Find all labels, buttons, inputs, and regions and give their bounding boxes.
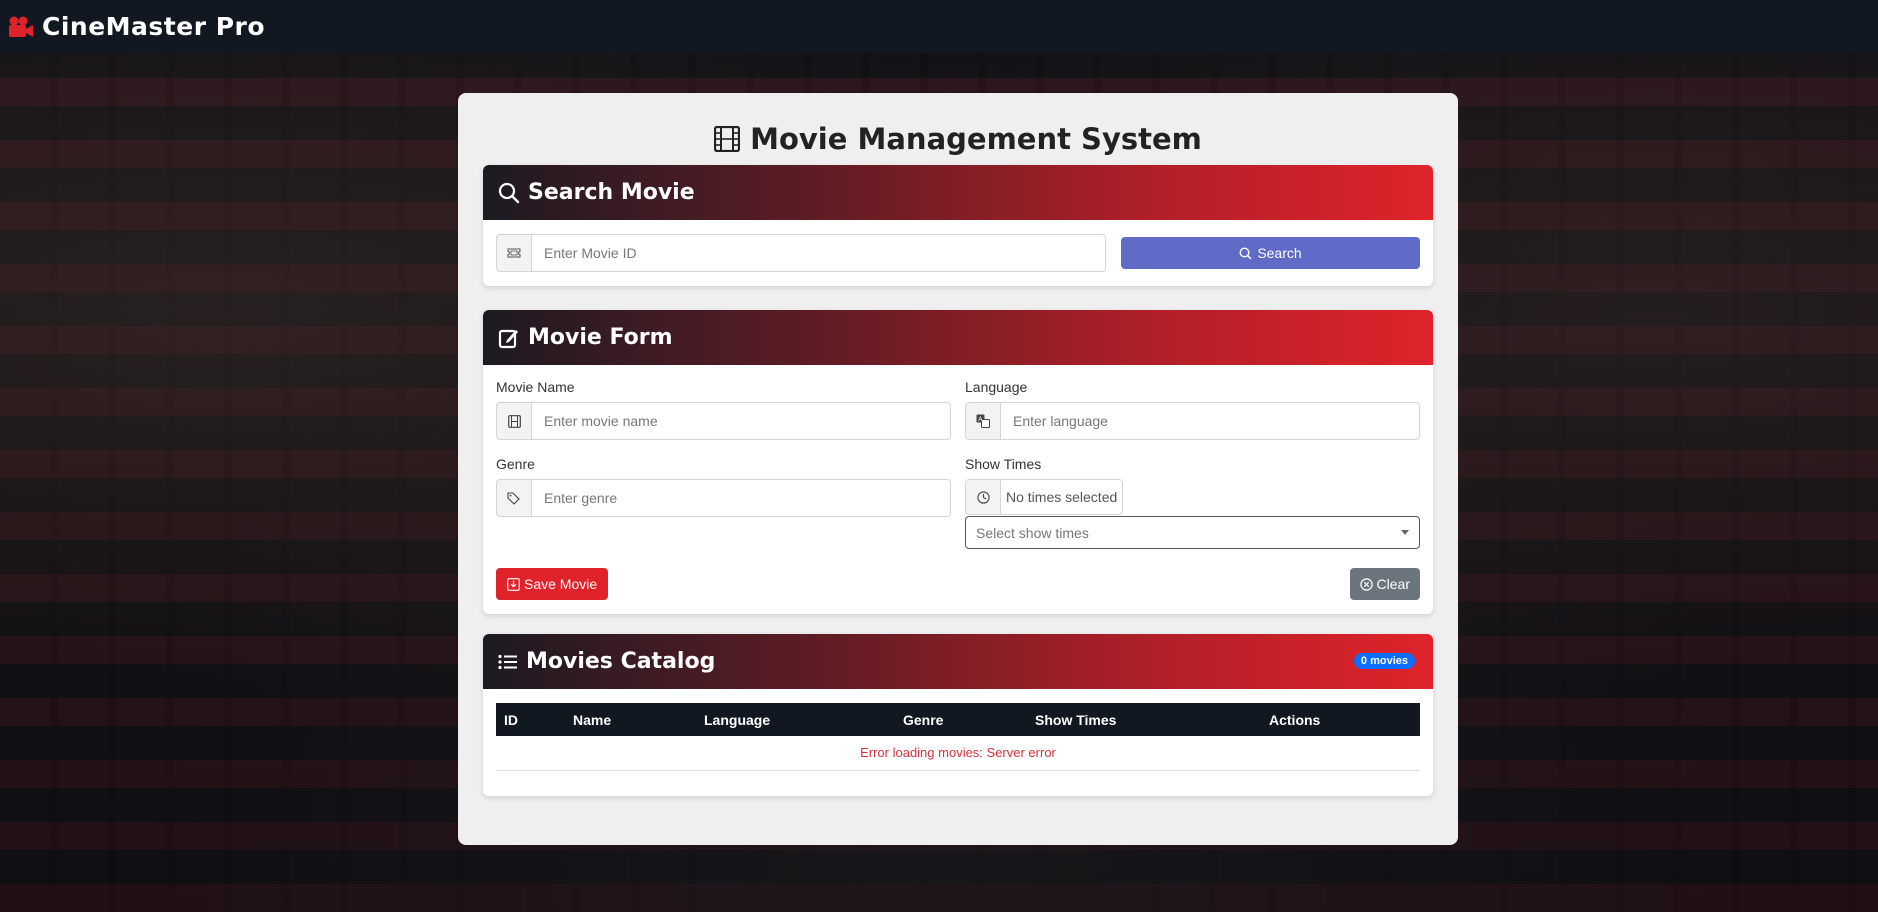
genre-input[interactable] [531, 479, 951, 517]
show-times-status: No times selected [965, 479, 1124, 515]
show-times-status-text: No times selected [1001, 480, 1123, 514]
movie-form-body: Movie Name La [483, 365, 1433, 614]
movies-table: ID Name Language Genre Show Times Action… [496, 703, 1420, 771]
table-row: Error loading movies: Server error [496, 736, 1420, 771]
video-camera-icon [9, 16, 33, 37]
page-title-text: Movie Management System [750, 122, 1202, 156]
edit-icon [498, 329, 518, 348]
page-title: Movie Management System [483, 119, 1433, 159]
navbar: CineMaster Pro [0, 0, 1878, 53]
search-section-body: Search [483, 220, 1433, 286]
close-circle-icon [1359, 577, 1373, 591]
column-name[interactable]: Name [565, 703, 696, 736]
movie-form-section: Movie Form Movie Name Enter movie name L… [483, 310, 1433, 614]
search-section-title: Search Movie [528, 180, 695, 205]
movie-name-label: Movie Name [496, 379, 575, 395]
language-field: Language A [965, 379, 1420, 440]
show-times-select[interactable]: Select show times [965, 516, 1420, 549]
movie-name-input[interactable] [531, 402, 951, 440]
save-movie-label: Save Movie [524, 576, 598, 592]
clear-button[interactable]: Clear [1349, 568, 1420, 600]
column-genre[interactable]: Genre [895, 703, 1027, 736]
table-header-row: ID Name Language Genre Show Times Action… [496, 703, 1420, 736]
movie-name-field: Movie Name [496, 379, 951, 440]
movie-form-title: Movie Form [528, 325, 673, 350]
clock-icon [966, 480, 1001, 514]
language-input[interactable] [1000, 402, 1420, 440]
movies-catalog-body: ID Name Language Genre Show Times Action… [483, 689, 1433, 796]
film-icon [496, 402, 531, 440]
film-icon [714, 126, 741, 152]
show-times-label: Show Times [965, 456, 1042, 472]
brand-name: CineMaster Pro [42, 12, 266, 41]
main-card: Movie Management System Search Movie Ent… [458, 93, 1458, 845]
search-icon [1239, 246, 1252, 260]
ticket-icon [496, 234, 531, 272]
column-show-times[interactable]: Show Times [1027, 703, 1261, 736]
clear-label: Clear [1376, 576, 1410, 592]
search-section: Search Movie Enter Movie ID Search [483, 165, 1433, 286]
movies-catalog-title: Movies Catalog [526, 649, 716, 674]
column-language[interactable]: Language [696, 703, 895, 736]
movie-id-group [496, 234, 1106, 272]
show-times-select-text: Select show times [976, 524, 1089, 541]
movie-id-input[interactable] [531, 234, 1106, 272]
chevron-down-icon [1401, 530, 1409, 535]
genre-field: Genre [496, 456, 951, 549]
search-icon [498, 182, 520, 203]
language-label: Language [965, 379, 1028, 395]
show-times-field: Show Times No times selected Select show… [965, 456, 1420, 549]
column-id[interactable]: ID [496, 703, 565, 736]
movie-form-header: Movie Form [483, 310, 1433, 365]
search-section-header: Search Movie [483, 165, 1433, 220]
tags-icon [496, 479, 531, 517]
brand[interactable]: CineMaster Pro [8, 12, 265, 41]
error-message: Error loading movies: Server error [496, 736, 1420, 771]
movies-catalog-section: Movies Catalog 0 movies ID Name Language… [483, 634, 1433, 796]
search-button-label: Search [1257, 245, 1302, 261]
genre-label: Genre [496, 456, 535, 472]
translate-icon: A [965, 402, 1000, 440]
search-button[interactable]: Search [1121, 237, 1420, 269]
movies-catalog-header: Movies Catalog 0 movies [483, 634, 1433, 689]
list-icon [498, 654, 517, 669]
column-actions[interactable]: Actions [1261, 703, 1420, 736]
save-movie-button[interactable]: Save Movie [496, 568, 609, 600]
movie-count-badge: 0 movies [1353, 653, 1415, 669]
download-icon [507, 577, 520, 591]
